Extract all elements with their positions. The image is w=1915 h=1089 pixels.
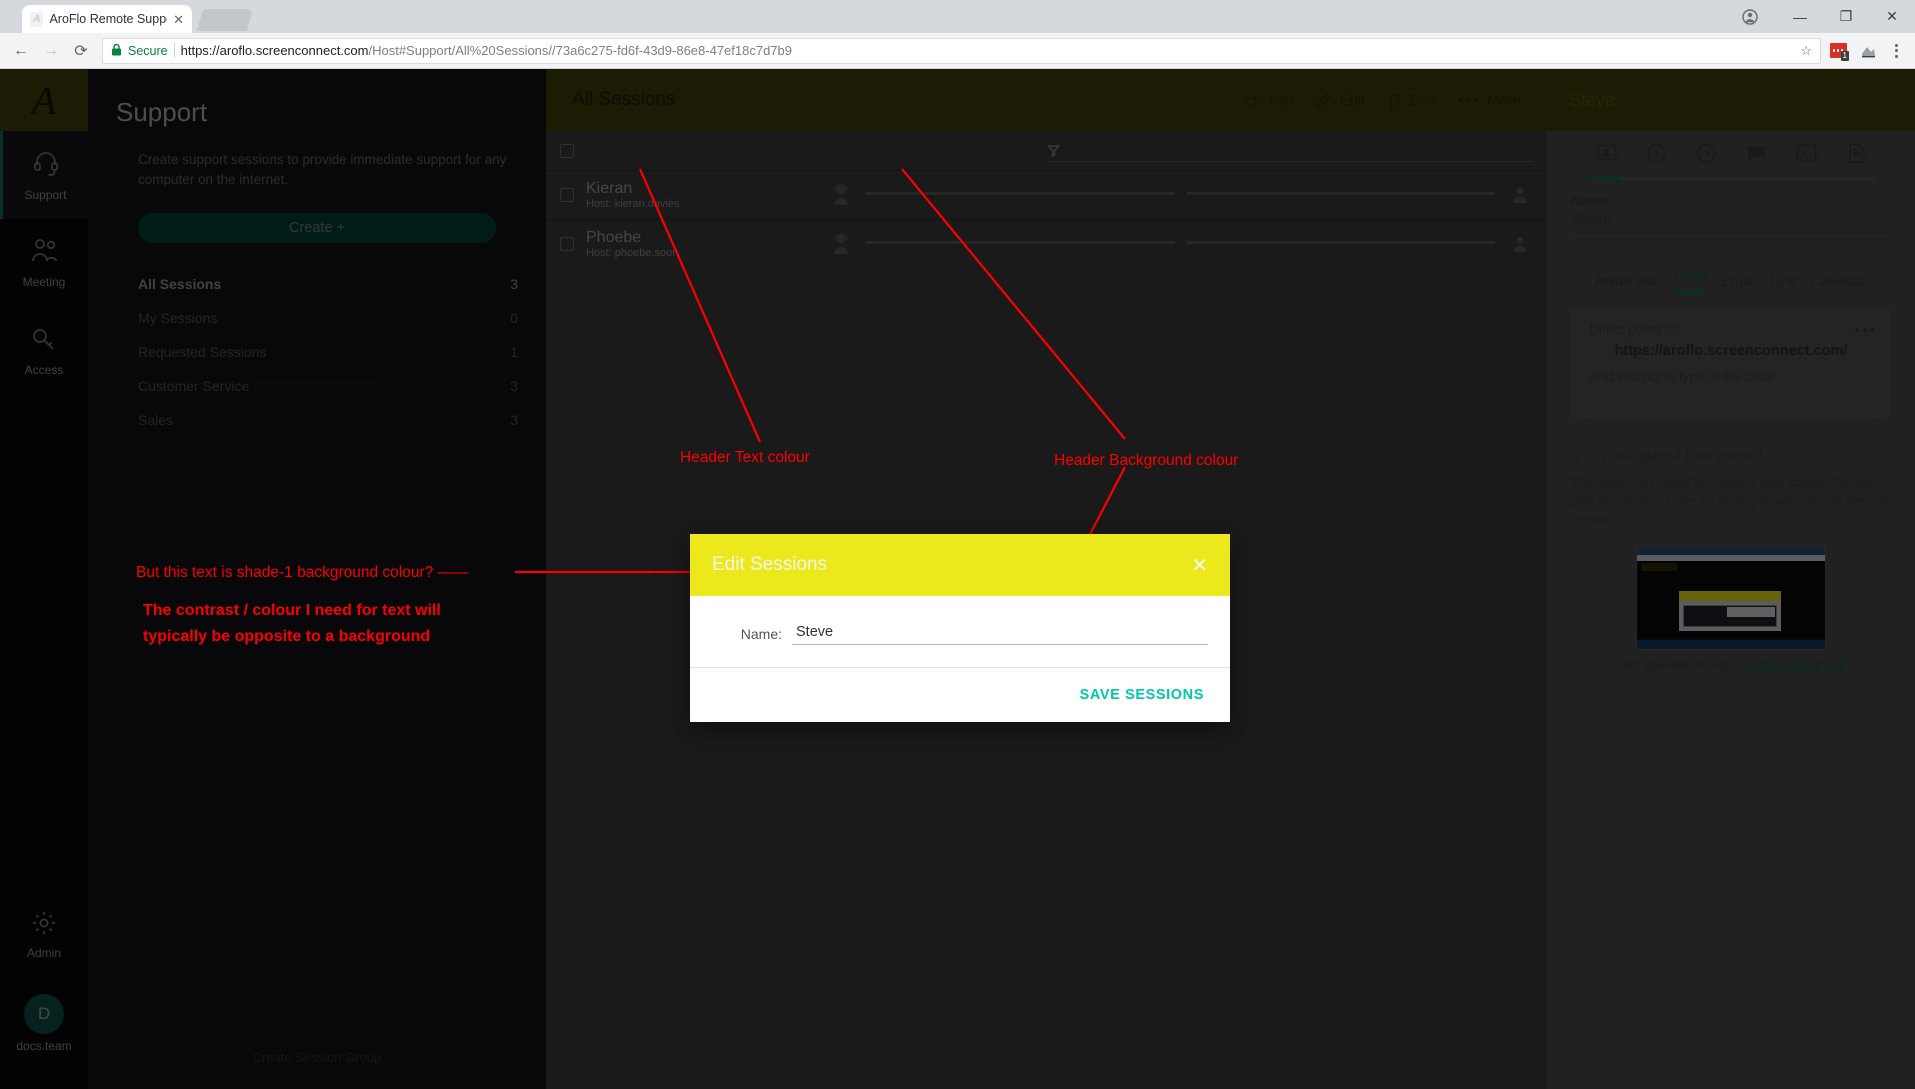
minimize-button[interactable]: — (1777, 0, 1823, 33)
extension-badge: 1 (1840, 50, 1849, 61)
modal-title: Edit Sessions (712, 554, 828, 575)
close-icon[interactable]: ✕ (1191, 553, 1208, 578)
extension-gray-icon[interactable] (1855, 38, 1881, 64)
edit-sessions-modal: Edit Sessions ✕ Name: SAVE SESSIONS (690, 534, 1230, 722)
modal-footer: SAVE SESSIONS (690, 667, 1230, 722)
secure-label: Secure (128, 43, 168, 58)
new-tab-button[interactable] (196, 9, 254, 31)
bookmark-star-icon[interactable]: ☆ (1800, 43, 1812, 59)
browser-tab[interactable]: A AroFlo Remote Support ✕ (22, 5, 192, 33)
save-sessions-button[interactable]: SAVE SESSIONS (1080, 687, 1204, 703)
forward-button[interactable]: → (38, 38, 64, 64)
back-button[interactable]: ← (8, 38, 34, 64)
maximize-button[interactable]: ❐ (1823, 0, 1869, 33)
extension-red-icon[interactable]: 1 (1825, 38, 1851, 64)
lock-icon (111, 43, 122, 59)
omnibox-divider (173, 43, 175, 58)
modal-name-input[interactable] (792, 622, 1208, 645)
browser-toolbar: ← → ⟳ Secure https://aroflo.screenconnec… (0, 33, 1915, 69)
annotation-shade-question: But this text is shade-1 background colo… (136, 564, 469, 581)
modal-header: Edit Sessions ✕ (690, 534, 1230, 596)
annotation-contrast-line2: typically be opposite to a background (143, 628, 431, 645)
address-bar[interactable]: Secure https://aroflo.screenconnect.com/… (102, 37, 1821, 64)
tab-favicon-icon: A (30, 11, 44, 27)
tab-title: AroFlo Remote Support (49, 12, 167, 26)
profile-avatar-icon[interactable] (1723, 0, 1777, 33)
annotation-header-text: Header Text colour (680, 449, 810, 466)
tab-close-icon[interactable]: ✕ (173, 13, 184, 26)
annotation-contrast-line1: The contrast / colour I need for text wi… (143, 602, 441, 619)
app-viewport: A Support Meeting (0, 69, 1915, 1089)
window-controls: — ❐ ✕ (1723, 0, 1915, 33)
browser-tabstrip: A AroFlo Remote Support ✕ — ❐ ✕ (0, 0, 1915, 33)
close-window-button[interactable]: ✕ (1869, 0, 1915, 33)
modal-body: Name: (690, 596, 1230, 667)
url-text: https://aroflo.screenconnect.com/Host#Su… (180, 43, 792, 58)
chrome-menu-button[interactable] (1885, 43, 1907, 58)
modal-name-label: Name: (740, 625, 782, 642)
reload-button[interactable]: ⟳ (68, 38, 94, 64)
annotation-header-bg: Header Background colour (1054, 452, 1239, 469)
